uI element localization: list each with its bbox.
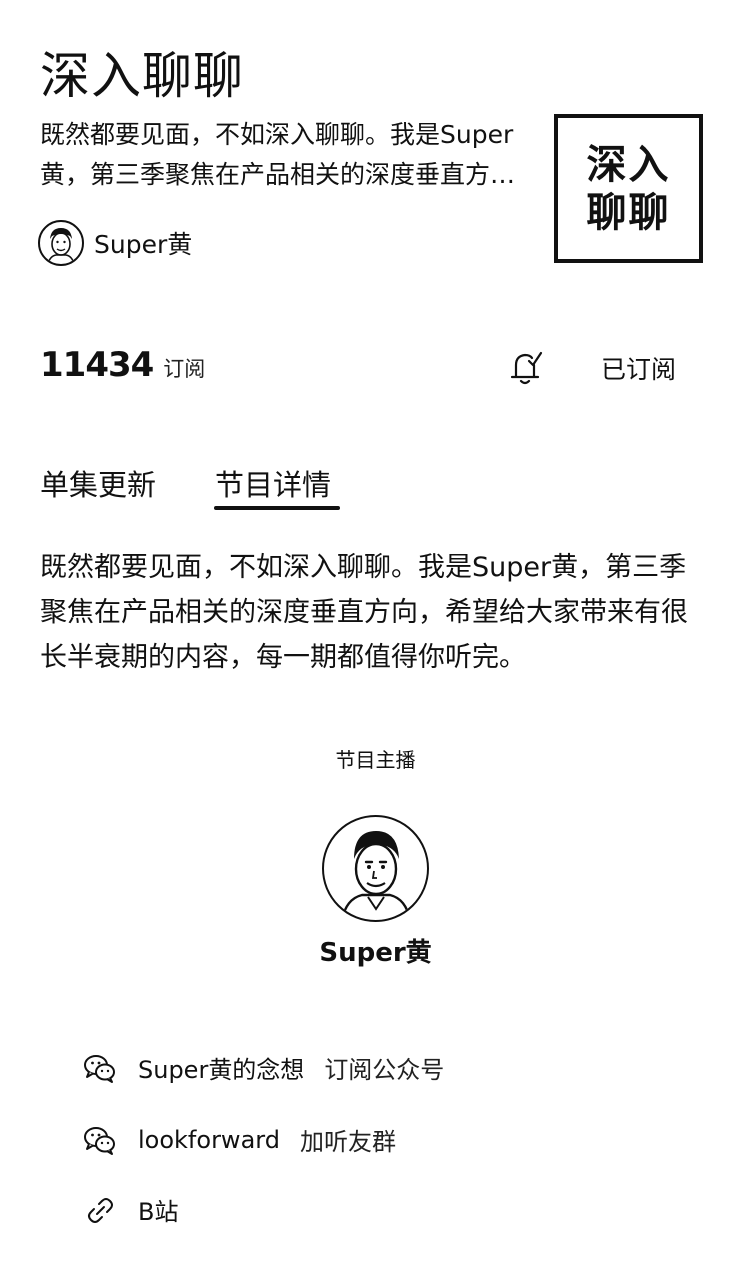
- notification-bell-icon[interactable]: [508, 348, 544, 388]
- subscribe-button[interactable]: 已订阅: [601, 350, 676, 386]
- subscriber-stats: 11434 订阅: [40, 345, 205, 385]
- subscriber-count: 11434: [40, 345, 154, 385]
- cover-text-line2: 聊聊: [586, 189, 671, 236]
- podcast-cover: 深入 聊聊: [554, 114, 703, 263]
- subscriber-label: 订阅: [163, 357, 206, 381]
- link-bilibili[interactable]: B站: [82, 1192, 178, 1227]
- tab-details[interactable]: 节目详情: [215, 462, 331, 504]
- active-tab-indicator: [214, 506, 340, 510]
- link-wechat-account[interactable]: Super黄的念想 订阅公众号: [82, 1050, 444, 1085]
- author-face-icon: [47, 228, 75, 264]
- link-icon: [82, 1194, 118, 1226]
- author-row[interactable]: Super黄: [38, 220, 192, 266]
- author-avatar: [38, 220, 84, 266]
- cover-text-line1: 深入: [586, 141, 671, 188]
- link-label: lookforward: [138, 1125, 280, 1154]
- host-section-title: 节目主播: [335, 748, 416, 772]
- link-wechat-group[interactable]: lookforward 加听友群: [82, 1122, 396, 1157]
- wechat-icon: [82, 1052, 118, 1084]
- link-extra: 加听友群: [299, 1128, 396, 1156]
- podcast-title: 深入聊聊: [40, 47, 244, 105]
- podcast-short-description[interactable]: 既然都要见面，不如深入聊聊。我是Super黄，第三季聚焦在产品相关的深度垂直方向…: [40, 115, 530, 195]
- wechat-icon: [82, 1124, 118, 1156]
- author-name: Super黄: [94, 230, 193, 259]
- link-extra: 订阅公众号: [324, 1056, 445, 1084]
- link-label: Super黄的念想: [138, 1056, 305, 1084]
- tab-episodes[interactable]: 单集更新: [40, 462, 156, 504]
- host-name[interactable]: Super黄: [0, 932, 751, 969]
- host-avatar[interactable]: [322, 815, 429, 922]
- host-face-icon: [340, 831, 412, 920]
- podcast-full-description: 既然都要见面，不如深入聊聊。我是Super黄，第三季聚焦在产品相关的深度垂直方向…: [40, 552, 688, 673]
- link-label: B站: [138, 1198, 179, 1226]
